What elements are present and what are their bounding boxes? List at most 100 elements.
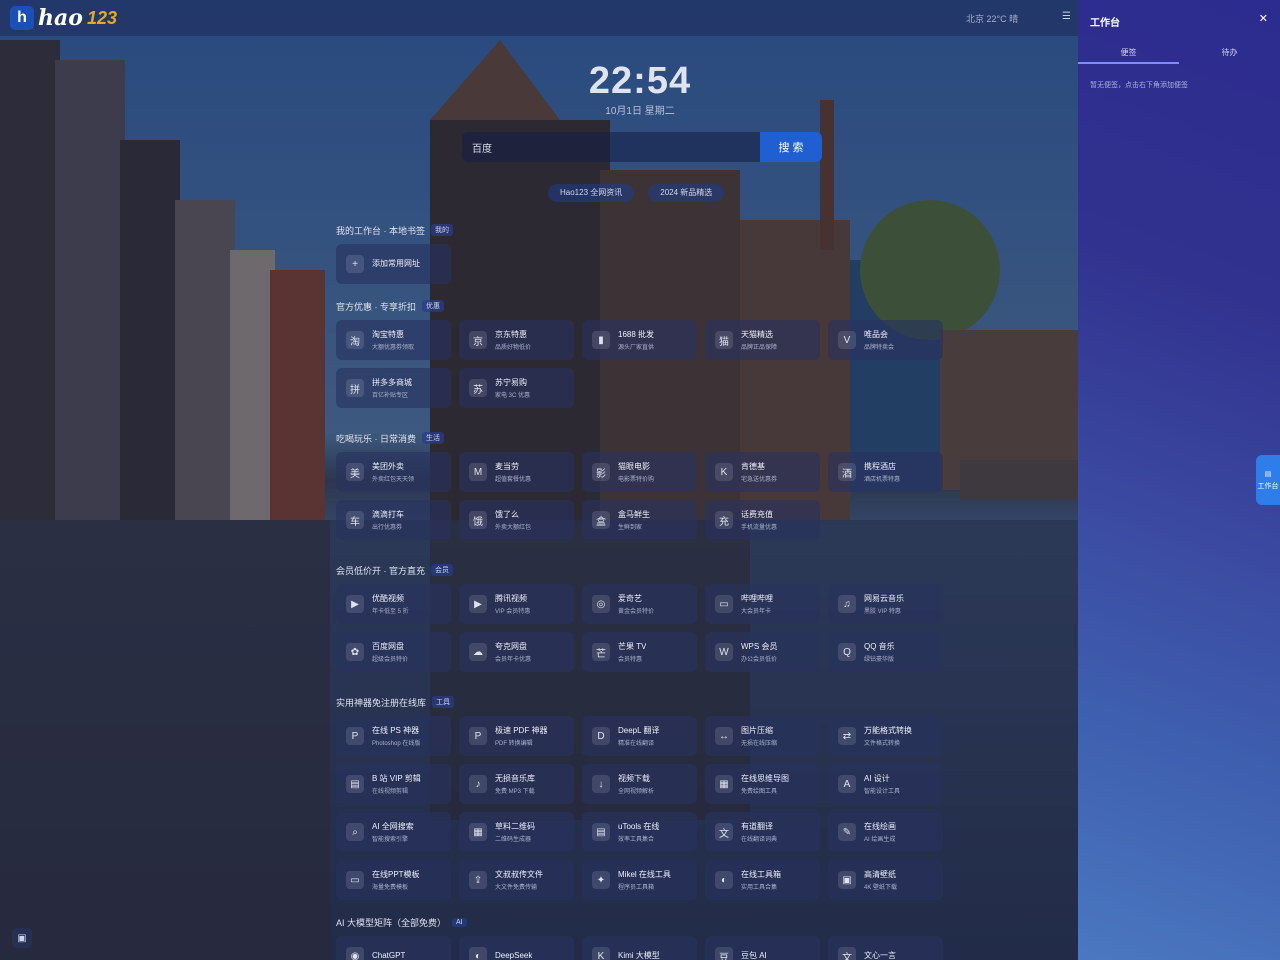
link-card[interactable]: 文有道翻译 在线翻译词典 — [705, 812, 820, 852]
card-text: 滴滴打车 出行优惠券 — [372, 509, 404, 531]
link-card[interactable]: ⇪ 文叔叔传文件 大文件免费传输 — [459, 860, 574, 900]
tab-todo[interactable]: 待办 — [1179, 42, 1280, 64]
link-card[interactable]: P 极速 PDF 神器 PDF 转换编辑 — [459, 716, 574, 756]
card-name: uTools 在线 — [618, 822, 660, 831]
link-card[interactable]: ▶ 优酷视频 年卡低至 5 折 — [336, 584, 451, 624]
link-card[interactable]: ◐ DeepSeek — [459, 936, 574, 960]
link-card[interactable]: 盒盒马鲜生 生鲜到家 — [582, 500, 697, 540]
card-name: WPS 会员 — [741, 642, 778, 651]
card-text: 在线PPT模板 海量免费模板 — [372, 869, 420, 891]
link-card[interactable]: 淘淘宝特惠 大额优惠券领取 — [336, 320, 451, 360]
link-grid: 淘淘宝特惠 大额优惠券领取京京东特惠 品质好物低价 ▮ 1688 批发 源头厂家直供猫天猫… — [336, 320, 956, 408]
link-card[interactable]: ▦ 草料二维码 二维码生成器 — [459, 812, 574, 852]
link-card[interactable]: ✎ 在线绘画 AI 绘画生成 — [828, 812, 943, 852]
link-card[interactable]: 拼拼多多商城 百亿补贴专区 — [336, 368, 451, 408]
note-icon: ♪ — [469, 775, 487, 793]
section-title-text: 我的工作台 · 本地书签 — [336, 225, 425, 236]
hot-chip[interactable]: 2024 新品精选 — [648, 184, 725, 202]
card-name: 高清壁纸 — [864, 870, 896, 879]
link-card[interactable]: ▤ B 站 VIP 剪辑 在线视频剪辑 — [336, 764, 451, 804]
hot-chip[interactable]: Hao123 全网资讯 — [548, 184, 635, 202]
link-card[interactable]: ▣ 高清壁纸 4K 壁纸下载 — [828, 860, 943, 900]
close-icon[interactable]: ✕ — [1259, 12, 1268, 25]
card-text: AI 设计 智能设计工具 — [864, 773, 900, 795]
link-card[interactable]: ▮ 1688 批发 源头厂家直供 — [582, 320, 697, 360]
card-name: Mikel 在线工具 — [618, 870, 671, 879]
card-text: 腾讯视频 VIP 会员特惠 — [495, 593, 530, 615]
link-card[interactable]: 饿饿了么 外卖大额红包 — [459, 500, 574, 540]
link-card[interactable]: ▶ 腾讯视频 VIP 会员特惠 — [459, 584, 574, 624]
download-icon: ↓ — [592, 775, 610, 793]
card-text: 携程酒店 酒店机票特惠 — [864, 461, 900, 483]
side-float-label: 工作台 — [1257, 482, 1279, 490]
link-card[interactable]: ✿ 百度网盘 超级会员特价 — [336, 632, 451, 672]
link-card[interactable]: ◉ ChatGPT — [336, 936, 451, 960]
link-card[interactable]: M 麦当劳 超值套餐优惠 — [459, 452, 574, 492]
wallpaper-icon[interactable]: ▣ — [12, 928, 32, 948]
link-card[interactable]: 影猫眼电影 电影票特价购 — [582, 452, 697, 492]
search-engine-select[interactable]: 百度 — [462, 140, 502, 155]
link-card[interactable]: W WPS 会员 办公会员低价 — [705, 632, 820, 672]
weather-widget[interactable]: 北京 22°C 晴 — [966, 12, 1018, 25]
section-title-text: 吃喝玩乐 · 日常消费 — [336, 433, 416, 444]
link-card[interactable]: ◐ 在线工具箱 实用工具合集 — [705, 860, 820, 900]
link-card[interactable]: ☁ 夸克网盘 会员年卡优惠 — [459, 632, 574, 672]
link-card[interactable]: ⇄ 万能格式转换 文件格式转换 — [828, 716, 943, 756]
link-card[interactable]: Q QQ 音乐 绿钻豪华版 — [828, 632, 943, 672]
card-text: AI 全网搜索 智能搜索引擎 — [372, 821, 414, 843]
link-card[interactable]: 充话费充值 手机流量优惠 — [705, 500, 820, 540]
clock-time: 22:54 — [588, 60, 692, 102]
tv-icon: ▭ — [715, 595, 733, 613]
card-desc: 外卖大额红包 — [495, 525, 532, 531]
link-card[interactable]: A AI 设计 智能设计工具 — [828, 764, 943, 804]
tab-notes[interactable]: 便签 — [1078, 42, 1179, 64]
card-desc: 免费绘图工具 — [741, 789, 778, 795]
card-name: 豆包 AI — [741, 950, 767, 960]
card-text: 芒果 TV 会员特惠 — [618, 641, 646, 663]
deepseek-icon: ◐ — [469, 947, 487, 960]
link-card[interactable]: ◎ 爱奇艺 黄金会员特价 — [582, 584, 697, 624]
link-card[interactable]: 车滴滴打车 出行优惠券 — [336, 500, 451, 540]
link-card[interactable]: K 肯德基 宅急送优惠券 — [705, 452, 820, 492]
card-text: 拼多多商城 百亿补贴专区 — [372, 377, 412, 399]
card-name: 万能格式转换 — [864, 726, 912, 735]
link-card[interactable]: 豆豆包 AI — [705, 936, 820, 960]
link-card[interactable]: ↔ 图片压缩 无损在线压缩 — [705, 716, 820, 756]
link-card[interactable]: 美美团外卖 外卖红包天天领 — [336, 452, 451, 492]
link-card[interactable]: ▦ 在线思维导图 免费绘图工具 — [705, 764, 820, 804]
card-desc: 外卖红包天天领 — [372, 477, 415, 483]
link-card[interactable]: 猫天猫精选 品牌正品保障 — [705, 320, 820, 360]
link-card[interactable]: 酒携程酒店 酒店机票特惠 — [828, 452, 943, 492]
link-card[interactable]: 芒芒果 TV 会员特惠 — [582, 632, 697, 672]
link-card[interactable]: ♪ 无损音乐库 免费 MP3 下载 — [459, 764, 574, 804]
card-text: 豆包 AI — [741, 950, 767, 960]
search-bar: 百度 搜 索 — [462, 132, 822, 162]
card-name: 在线工具箱 — [741, 870, 781, 879]
link-card[interactable]: ▭ 在线PPT模板 海量免费模板 — [336, 860, 451, 900]
card-text: 有道翻译 在线翻译词典 — [741, 821, 777, 843]
link-card[interactable]: ✦ Mikel 在线工具 程序员工具箱 — [582, 860, 697, 900]
link-card[interactable]: ▤ uTools 在线 效率工具集合 — [582, 812, 697, 852]
section-title-text: 官方优惠 · 专享折扣 — [336, 301, 416, 312]
link-card[interactable]: + 添加常用网址 — [336, 244, 451, 284]
link-card[interactable]: P 在线 PS 神器 Photoshop 在线版 — [336, 716, 451, 756]
link-card[interactable]: 苏苏宁易购 家电 3C 优惠 — [459, 368, 574, 408]
link-card[interactable]: ↓ 视频下载 全网视频解析 — [582, 764, 697, 804]
workbench-toggle-button[interactable]: ▤ 工作台 — [1256, 455, 1280, 505]
link-card[interactable]: K Kimi 大模型 — [582, 936, 697, 960]
link-card[interactable]: ▭ 哔哩哔哩 大会员年卡 — [705, 584, 820, 624]
link-card[interactable]: ♫ 网易云音乐 黑胶 VIP 特惠 — [828, 584, 943, 624]
link-card[interactable]: 文文心一言 — [828, 936, 943, 960]
link-card[interactable]: 京京东特惠 品质好物低价 — [459, 320, 574, 360]
card-desc: 实用工具合集 — [741, 885, 778, 891]
card-desc: PDF 转换编辑 — [495, 741, 533, 747]
search-button[interactable]: 搜 索 — [760, 132, 822, 162]
site-logo[interactable]: h hao 123 — [10, 5, 117, 31]
link-card[interactable]: V 唯品会 品牌特卖会 — [828, 320, 943, 360]
search-input[interactable] — [502, 132, 760, 162]
menu-icon[interactable]: ☰ — [1062, 11, 1071, 22]
convert-icon: ⇄ — [838, 727, 856, 745]
card-name: 唯品会 — [864, 330, 888, 339]
link-card[interactable]: ⌕ AI 全网搜索 智能搜索引擎 — [336, 812, 451, 852]
link-card[interactable]: D DeepL 翻译 精准在线翻译 — [582, 716, 697, 756]
